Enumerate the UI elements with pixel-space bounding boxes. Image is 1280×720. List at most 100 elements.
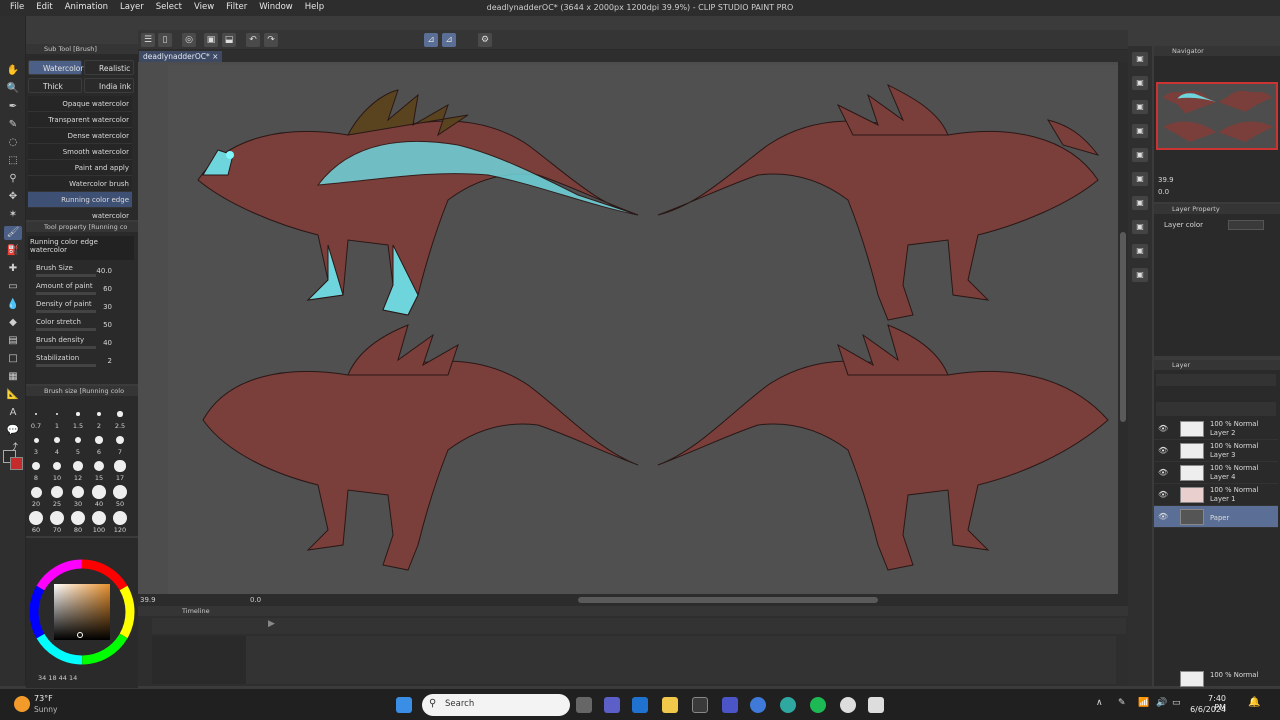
brush-size-dot[interactable] — [74, 436, 82, 444]
eraser-tool-icon[interactable]: ▭ — [4, 280, 22, 294]
menu-window[interactable]: Window — [253, 2, 299, 12]
magic-wand-tool-icon[interactable]: ✶ — [4, 208, 22, 222]
layer-color-swatch[interactable] — [1228, 220, 1264, 230]
canvas-paper[interactable] — [168, 65, 1121, 595]
brush-size-dot[interactable] — [71, 511, 85, 525]
balloon-tool-icon[interactable]: 💬 — [4, 424, 22, 438]
brush-size-dot[interactable] — [114, 460, 126, 472]
tab-realistic[interactable]: Realistic — [84, 60, 134, 75]
property-slider[interactable] — [36, 310, 96, 313]
color-wheel[interactable] — [26, 556, 138, 668]
snap-special-ruler-icon[interactable]: ⊿ — [442, 33, 456, 47]
tab-watercolor[interactable]: Watercolor — [28, 60, 83, 75]
mail-icon[interactable] — [632, 697, 648, 713]
brush-size-dot[interactable] — [115, 435, 125, 445]
brush-size-dot[interactable] — [92, 485, 106, 499]
weather-desc[interactable]: Sunny — [34, 705, 57, 714]
navigator-angle[interactable]: 0.0 — [1158, 188, 1169, 196]
sub-color-swatch[interactable] — [10, 457, 23, 470]
clock-date[interactable]: 6/6/2024 — [1186, 705, 1226, 714]
eyedropper-tool-icon[interactable]: ⚲ — [4, 172, 22, 186]
zoom-tool-icon[interactable]: 🔍 — [4, 82, 22, 96]
menu-layer[interactable]: Layer — [114, 2, 150, 12]
notification-icon[interactable]: 🔔 — [1248, 697, 1260, 708]
chrome-icon[interactable] — [750, 697, 766, 713]
color-slider-panel-icon[interactable]: ▣ — [1132, 148, 1148, 162]
start-icon[interactable] — [396, 697, 412, 713]
clip-studio-icon[interactable]: ◎ — [182, 33, 196, 47]
material-panel-icon[interactable]: ▣ — [1132, 124, 1148, 138]
zoom-readout[interactable]: 39.9 — [140, 596, 156, 604]
move-tool-icon[interactable]: ✥ — [4, 190, 22, 204]
brush-item[interactable]: Transparent watercolor — [28, 112, 132, 128]
teams-icon[interactable] — [604, 697, 620, 713]
vertical-scroll-thumb[interactable] — [1120, 232, 1126, 422]
brush-size-dot[interactable] — [95, 436, 103, 444]
layer-row[interactable]: 👁 100 % Normal Layer 2 — [1154, 418, 1278, 440]
brush-size-dot[interactable] — [113, 485, 127, 499]
visibility-eye-icon[interactable]: 👁 — [1158, 512, 1168, 521]
brush-size-dot[interactable] — [35, 413, 37, 415]
menu-help[interactable]: Help — [299, 2, 330, 12]
spotify-icon[interactable] — [810, 697, 826, 713]
selection-tool-icon[interactable]: ⬚ — [4, 154, 22, 168]
decoration-tool-icon[interactable]: ✚ — [4, 262, 22, 276]
new-file-icon[interactable]: ▯ — [158, 33, 172, 47]
brush-size-dot[interactable] — [29, 511, 43, 525]
sub-view-panel-icon[interactable]: ▣ — [1132, 220, 1148, 234]
property-slider[interactable] — [36, 364, 96, 367]
layer-row[interactable]: 👁 100 % Normal Layer 4 — [1154, 462, 1278, 484]
brush-item[interactable]: Opaque watercolor — [28, 96, 132, 112]
play-icon[interactable]: ▶ — [268, 619, 275, 629]
canvas-vertical-scrollbar[interactable] — [1118, 62, 1128, 594]
history-panel-icon[interactable]: ▣ — [1132, 196, 1148, 210]
brush-size-dot[interactable] — [117, 411, 123, 417]
visibility-eye-icon[interactable]: 👁 — [1158, 446, 1168, 455]
pen-tray-icon[interactable]: ✎ — [1118, 698, 1126, 708]
menu-view[interactable]: View — [188, 2, 220, 12]
clip-studio-taskbar-icon[interactable] — [840, 697, 856, 713]
open-icon[interactable]: ⬓ — [222, 33, 236, 47]
menu-icon[interactable]: ☰ — [141, 33, 155, 47]
figure-tool-icon[interactable]: □ — [4, 352, 22, 366]
text-tool-icon[interactable]: A — [4, 406, 22, 420]
navigator-zoom[interactable]: 39.9 — [1158, 176, 1174, 184]
brush-size-dot[interactable] — [96, 411, 102, 417]
auto-actions-panel-icon[interactable]: ▣ — [1132, 244, 1148, 258]
item-bank-panel-icon[interactable]: ▣ — [1132, 172, 1148, 186]
pencil-tool-icon[interactable]: ✎ — [4, 118, 22, 132]
layer-row-bottom[interactable]: 100 % Normal — [1154, 668, 1278, 690]
brush-size-dot[interactable] — [50, 511, 64, 525]
blend-tool-icon[interactable]: 💧 — [4, 298, 22, 312]
app-icon[interactable] — [722, 697, 738, 713]
canvas-area[interactable] — [138, 62, 1128, 595]
search-box[interactable]: ⚲ Search — [422, 694, 570, 716]
blend-mode-bar[interactable] — [1156, 374, 1276, 386]
property-slider[interactable] — [36, 346, 96, 349]
volume-icon[interactable]: 🔊 — [1156, 698, 1167, 708]
brush-size-dot[interactable] — [76, 412, 80, 416]
airbrush-tool-icon[interactable]: ⛽ — [4, 244, 22, 258]
visibility-eye-icon[interactable]: 👁 — [1158, 490, 1168, 499]
pen-tool-icon[interactable]: ✒ — [4, 100, 22, 114]
battery-icon[interactable]: ▭ — [1172, 698, 1181, 708]
brush-size-dot[interactable] — [92, 511, 106, 525]
layer-panel-icon[interactable]: ▣ — [1132, 100, 1148, 114]
brush-tool-icon[interactable]: 🖌 — [4, 226, 22, 240]
gradient-tool-icon[interactable]: ▤ — [4, 334, 22, 348]
menu-file[interactable]: File — [4, 2, 30, 12]
canvas-tab[interactable]: deadlynadderOC* × — [139, 51, 223, 62]
task-view-icon[interactable] — [576, 697, 592, 713]
tray-chevron-icon[interactable]: ∧ — [1096, 698, 1103, 708]
brush-size-dot[interactable] — [73, 461, 83, 471]
property-slider[interactable] — [36, 328, 96, 331]
layer-row[interactable]: 👁 Paper — [1154, 506, 1278, 528]
edge-icon[interactable] — [780, 697, 796, 713]
visibility-eye-icon[interactable]: 👁 — [1158, 424, 1168, 433]
brush-size-dot[interactable] — [33, 437, 39, 443]
brush-size-dot[interactable] — [51, 486, 63, 498]
brush-size-dot[interactable] — [55, 412, 59, 416]
brush-size-dot[interactable] — [93, 460, 105, 472]
navigator-preview[interactable] — [1156, 82, 1278, 150]
layer-row[interactable]: 👁 100 % Normal Layer 1 — [1154, 484, 1278, 506]
